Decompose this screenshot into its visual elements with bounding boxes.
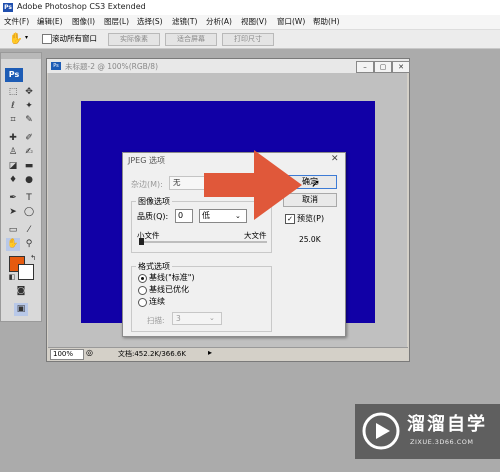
annotation-arrow-icon [204,150,302,220]
toolbox: Ps ⬚ ✥ ℓ ✦ ⌗ ✎ ✚ ✐ ♙ ✍ ◪ ▬ ♦ ● ✒ T ➤ ◯ ▭… [0,52,42,322]
move-tool-icon[interactable]: ✥ [22,86,36,99]
menu-layer[interactable]: 图层(L) [104,16,129,27]
quality-input[interactable]: 0 [175,209,193,223]
file-size-estimate: 25.0K [299,235,321,244]
toolbox-header[interactable] [1,53,41,59]
menu-file[interactable]: 文件(F) [4,16,29,27]
options-bar: ✋ ▾ 滚动所有窗口 实际像素 适合屏幕 打印尺寸 [0,30,500,49]
zoom-tool-icon[interactable]: ⚲ [22,238,36,251]
menu-filter[interactable]: 滤镜(T) [172,16,197,27]
document-ps-icon: Ps [51,62,61,70]
watermark: 溜溜自学 ZIXUE.3D66.COM [355,404,500,459]
gradient-tool-icon[interactable]: ▬ [22,160,36,173]
scroll-all-windows-label: 滚动所有窗口 [52,34,97,43]
notes-tool-icon[interactable]: ▭ [6,224,20,237]
quality-label: 品质(Q): [137,212,169,221]
status-info-icon[interactable]: ◎ [86,348,93,357]
document-status-bar: 100% ◎ 文档:452.2K/366.6K ▸ [48,347,408,360]
history-brush-icon[interactable]: ✍ [22,146,36,159]
pen-tool-icon[interactable]: ✒ [6,192,20,205]
type-tool-icon[interactable]: T [22,192,36,205]
healing-brush-icon[interactable]: ✚ [6,132,20,145]
default-colors-icon[interactable]: ◧ [5,271,19,284]
maximize-icon[interactable]: ▢ [374,61,392,73]
lasso-tool-icon[interactable]: ℓ [6,100,20,113]
format-baseline-standard-radio[interactable] [138,274,147,283]
crop-tool-icon[interactable]: ⌗ [6,114,20,127]
eyedropper-icon[interactable]: ⁄ [22,224,36,237]
path-selection-icon[interactable]: ➤ [6,206,20,219]
menu-image[interactable]: 图像(I) [72,16,95,27]
watermark-text: 溜溜自学 [407,414,487,435]
menu-analysis[interactable]: 分析(A) [206,16,232,27]
quick-mask-icon[interactable]: ◙ [14,285,28,298]
mouse-cursor-icon: ➚ [311,177,321,190]
slice-tool-icon[interactable]: ✎ [22,114,36,127]
window-title: Adobe Photoshop CS3 Extended [17,2,146,11]
watermark-logo-icon [362,412,400,450]
title-bar: Ps Adobe Photoshop CS3 Extended [0,0,500,15]
hand-tool-icon[interactable]: ✋ [9,32,23,45]
quality-slider-thumb[interactable] [139,238,144,245]
fit-screen-button[interactable]: 适合屏幕 [165,33,217,46]
status-menu-arrow-icon[interactable]: ▸ [208,348,212,357]
zoom-level-field[interactable]: 100% [50,349,84,360]
minimize-icon[interactable]: – [356,61,374,73]
scans-select[interactable]: 3 ⌄ [172,312,222,325]
format-progressive-label: 连续 [149,297,165,306]
print-size-button[interactable]: 打印尺寸 [222,33,274,46]
tool-preset-dropdown-icon[interactable]: ▾ [25,34,28,41]
swap-colors-icon[interactable]: ↰ [26,252,40,265]
chevron-down-icon: ⌄ [209,314,215,322]
ellipse-tool-icon[interactable]: ◯ [22,206,36,219]
document-title: 未标题-2 @ 100%(RGB/8) [65,62,159,71]
menu-bar: 文件(F) 编辑(E) 图像(I) 图层(L) 选择(S) 滤镜(T) 分析(A… [0,15,500,30]
blur-tool-icon[interactable]: ♦ [6,174,20,187]
background-color-swatch[interactable] [18,264,34,280]
document-title-bar[interactable]: Ps 未标题-2 @ 100%(RGB/8) – ▢ ✕ [47,59,410,73]
quality-slider-track[interactable] [139,241,267,243]
clone-stamp-icon[interactable]: ♙ [6,146,20,159]
hand-tool-icon[interactable]: ✋ [6,238,20,251]
format-baseline-optimized-label: 基线已优化 [149,285,189,294]
close-icon[interactable]: ✕ [392,61,410,73]
scroll-all-windows-checkbox[interactable] [42,34,52,44]
large-file-label: 大文件 [244,231,267,240]
format-baseline-optimized-radio[interactable] [138,286,147,295]
marquee-tool-icon[interactable]: ⬚ [6,86,20,99]
format-options-legend: 格式选项 [136,261,172,272]
menu-window[interactable]: 窗口(W) [277,16,305,27]
app-icon: Ps [3,3,13,12]
menu-view[interactable]: 视图(V) [241,16,267,27]
format-progressive-radio[interactable] [138,298,147,307]
magic-wand-icon[interactable]: ✦ [22,100,36,113]
eraser-tool-icon[interactable]: ◪ [6,160,20,173]
dialog-title: JPEG 选项 [128,156,165,165]
brush-tool-icon[interactable]: ✐ [22,132,36,145]
menu-edit[interactable]: 编辑(E) [37,16,63,27]
dodge-tool-icon[interactable]: ● [22,174,36,187]
watermark-subtext: ZIXUE.3D66.COM [410,438,474,446]
menu-help[interactable]: 帮助(H) [313,16,340,27]
image-options-legend: 图像选项 [136,196,172,207]
ps-logo: Ps [5,68,23,82]
document-size-info: 文档:452.2K/366.6K [118,350,186,358]
scans-value: 3 [176,314,181,323]
format-baseline-standard-label: 基线("标准") [149,273,195,282]
actual-pixels-button[interactable]: 实际像素 [108,33,160,46]
menu-select[interactable]: 选择(S) [137,16,163,27]
dialog-close-icon[interactable]: ✕ [331,154,339,164]
matte-label: 杂边(M): [131,180,163,189]
scans-label: 扫描: [147,316,165,325]
screen-mode-icon[interactable]: ▣ [14,303,28,316]
